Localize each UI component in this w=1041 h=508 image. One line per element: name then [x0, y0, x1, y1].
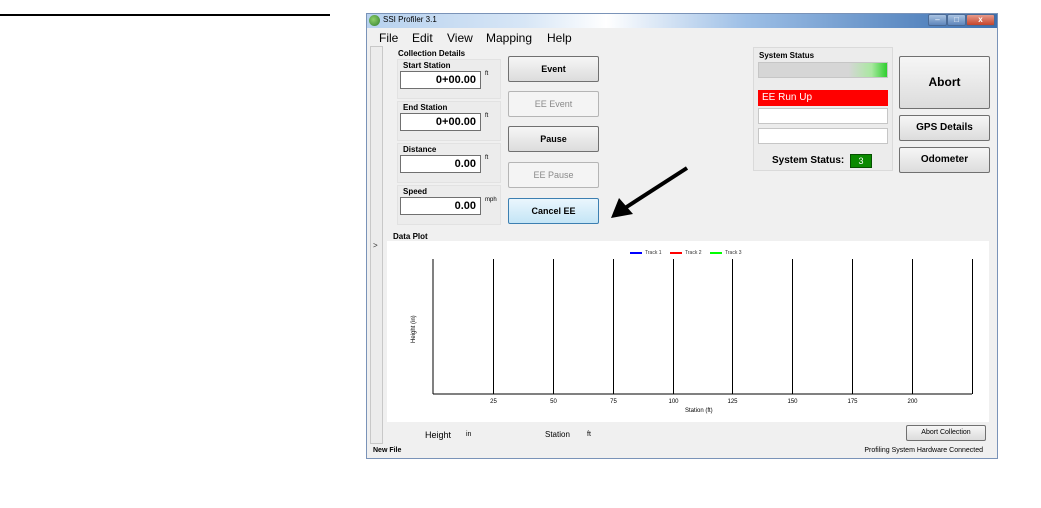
x-tick-label-75: 75	[610, 399, 617, 405]
cancel-ee-button[interactable]: Cancel EE	[508, 198, 599, 224]
status-bar: New File Profiling System Hardware Conne…	[367, 445, 997, 458]
status-row-empty-2	[758, 128, 888, 144]
x-tick-label-175: 175	[847, 399, 858, 405]
status-row-alert: EE Run Up	[758, 90, 888, 106]
menu-mapping[interactable]: Mapping	[486, 31, 532, 45]
end-station-field[interactable]: 0+00.00	[400, 113, 481, 131]
x-tick-label-150: 150	[787, 399, 798, 405]
title-bar[interactable]: SSI Profiler 3.1 – □ x	[367, 14, 997, 28]
menu-file[interactable]: File	[379, 31, 398, 45]
status-row-progress	[758, 62, 888, 78]
menu-edit[interactable]: Edit	[412, 31, 433, 45]
window-title: SSI Profiler 3.1	[383, 15, 437, 24]
data-plot-area: 25 50 75 100 125 150 175 200 Track 1 Track 2 Tr…	[387, 241, 989, 422]
status-code-badge: 3	[850, 154, 872, 168]
x-tick-label-200: 200	[907, 399, 918, 405]
menu-view[interactable]: View	[447, 31, 473, 45]
status-bar-hardware: Profiling System Hardware Connected	[864, 447, 983, 454]
side-panel-toggle[interactable]: >	[370, 46, 383, 444]
gps-details-button[interactable]: GPS Details	[899, 115, 990, 141]
app-window: SSI Profiler 3.1 – □ x File Edit View Ma…	[366, 13, 998, 459]
data-plot-chart: 25 50 75 100 125 150 175 200	[432, 259, 973, 405]
ee-pause-button[interactable]: EE Pause	[508, 162, 599, 188]
end-station-unit: ft	[485, 113, 489, 119]
minimize-button[interactable]: –	[928, 14, 947, 26]
x-tick-label-100: 100	[668, 399, 679, 405]
legend-label-track-3: Track 3	[725, 250, 742, 256]
x-axis-label: Station (ft)	[685, 408, 713, 414]
end-station-label: End Station	[403, 103, 448, 112]
distance-group: Distance 0.00 ft	[397, 143, 501, 183]
distance-unit: ft	[485, 155, 489, 161]
end-station-group: End Station 0+00.00 ft	[397, 101, 501, 141]
data-plot-title: Data Plot	[393, 232, 428, 241]
chevron-right-icon: >	[373, 241, 378, 250]
legend-swatch-track-1	[630, 252, 642, 254]
height-readout-label: Height	[425, 430, 452, 440]
system-status-panel: System Status EE Run Up System Status: 3	[753, 47, 893, 171]
distance-label: Distance	[403, 145, 437, 154]
speed-label: Speed	[403, 187, 428, 196]
system-status-title: System Status	[759, 51, 815, 60]
event-button[interactable]: Event	[508, 56, 599, 82]
x-tick-label-25: 25	[490, 399, 497, 405]
status-bar-file: New File	[373, 447, 402, 454]
speed-field[interactable]: 0.00	[400, 197, 481, 215]
x-tick-label-50: 50	[550, 399, 557, 405]
legend-label-track-2: Track 2	[685, 250, 702, 256]
close-button[interactable]: x	[966, 14, 995, 26]
menu-bar: File Edit View Mapping Help	[367, 30, 997, 47]
start-station-unit: ft	[485, 71, 489, 77]
abort-button[interactable]: Abort	[899, 56, 990, 109]
pause-button[interactable]: Pause	[508, 126, 599, 152]
speed-unit: mph	[485, 197, 497, 203]
ee-event-button[interactable]: EE Event	[508, 91, 599, 117]
menu-help[interactable]: Help	[547, 31, 572, 45]
odometer-button[interactable]: Odometer	[899, 147, 990, 173]
app-icon	[369, 15, 380, 26]
pointer-arrow-icon	[611, 166, 689, 218]
legend-swatch-track-3	[710, 252, 722, 254]
station-readout-label: Station	[545, 430, 570, 439]
abort-collection-button[interactable]: Abort Collection	[906, 425, 986, 441]
legend-swatch-track-2	[670, 252, 682, 254]
height-readout-unit: in	[466, 431, 472, 438]
station-readout-unit: ft	[587, 431, 591, 438]
start-station-group: Start Station 0+00.00 ft	[397, 59, 501, 99]
document-rule	[0, 14, 330, 16]
status-row-empty-1	[758, 108, 888, 124]
speed-group: Speed 0.00 mph	[397, 185, 501, 225]
collection-details-title: Collection Details	[398, 49, 466, 58]
legend-label-track-1: Track 1	[645, 250, 662, 256]
maximize-button[interactable]: □	[947, 14, 966, 26]
x-tick-label-125: 125	[727, 399, 738, 405]
distance-field[interactable]: 0.00	[400, 155, 481, 173]
start-station-label: Start Station	[403, 61, 451, 70]
start-station-field[interactable]: 0+00.00	[400, 71, 481, 89]
y-axis-label: Height (in)	[411, 315, 417, 343]
system-status-label: System Status:	[772, 155, 845, 166]
